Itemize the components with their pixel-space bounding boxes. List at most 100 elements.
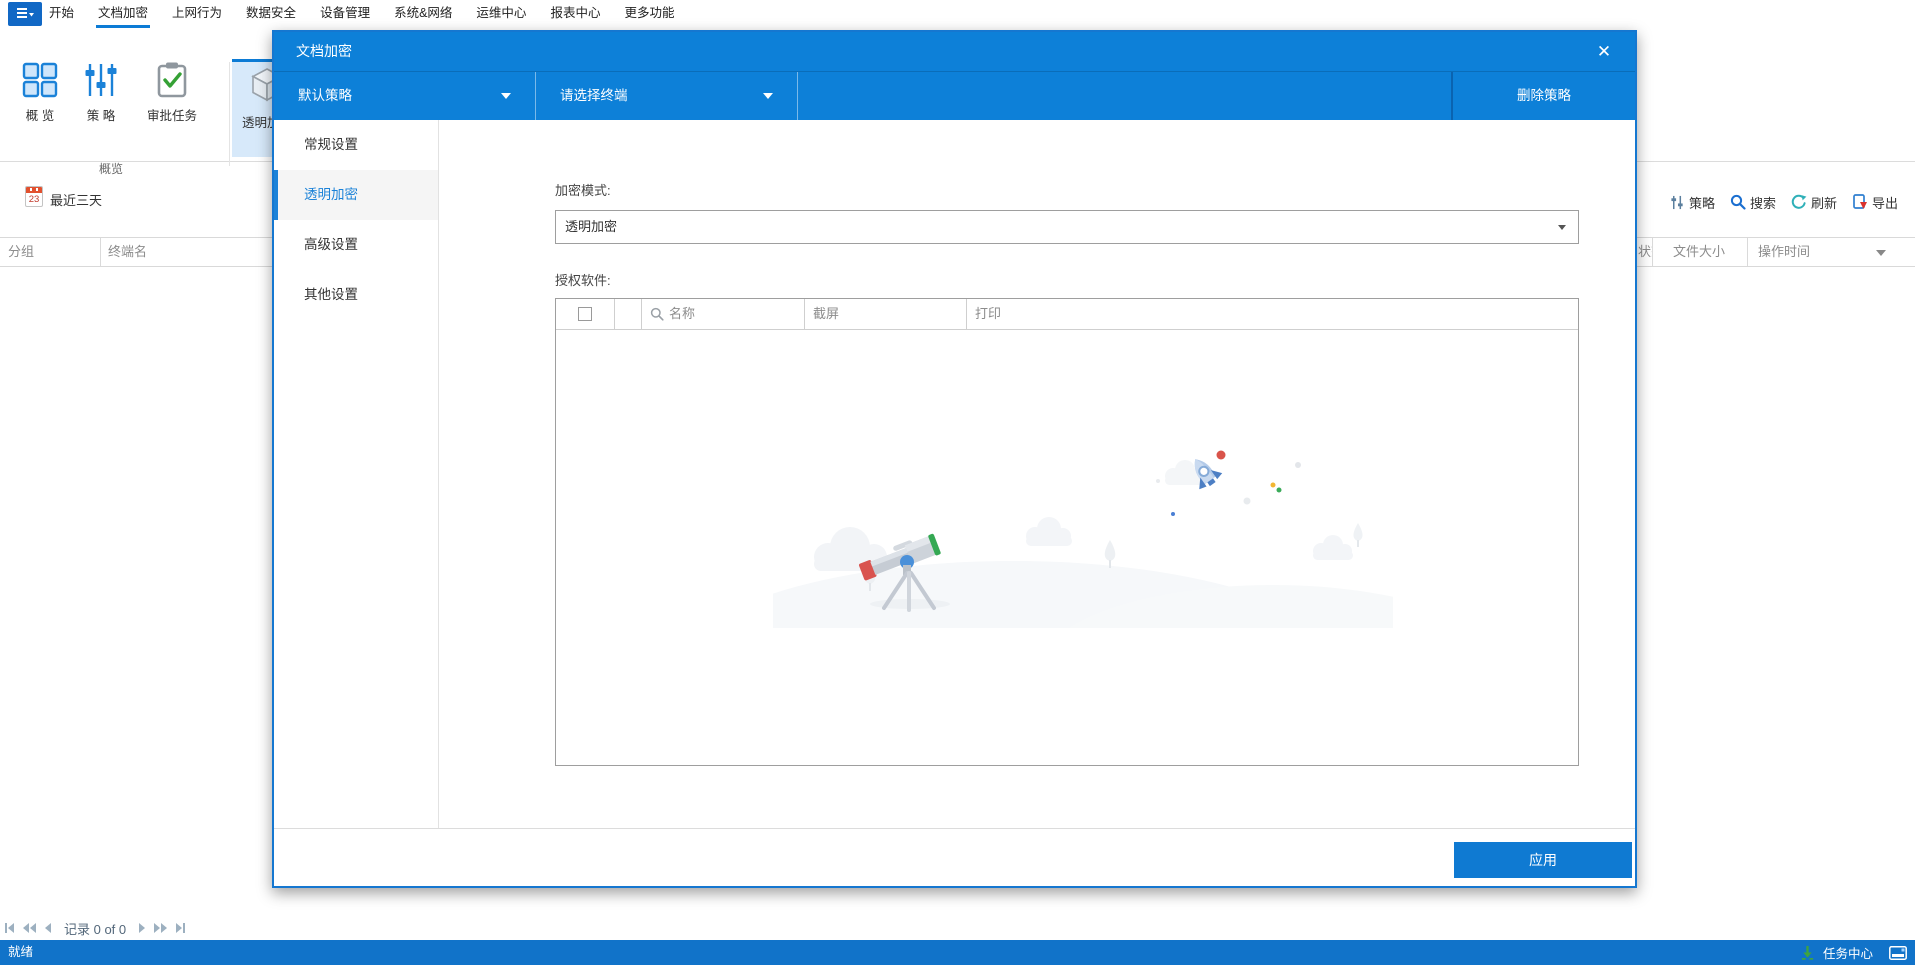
next-page-button[interactable] [139, 921, 146, 935]
menu-tab-start[interactable]: 开始 [49, 0, 74, 28]
select-all-checkbox[interactable] [578, 307, 592, 321]
ribbon-button-overview[interactable]: 概 览 [10, 61, 70, 133]
encrypt-mode-label: 加密模式: [555, 183, 611, 198]
dialog-footer [274, 828, 1635, 886]
print-column-header[interactable]: 打印 [966, 299, 1578, 329]
recent-days-filter[interactable]: 最近三天 [50, 190, 102, 209]
record-count-label: 记录 0 of 0 [64, 921, 127, 937]
menu-tab-ops-center[interactable]: 运维中心 [476, 0, 526, 28]
column-header-group[interactable]: 分组 [0, 238, 100, 266]
export-icon [1853, 194, 1867, 209]
action-label: 搜索 [1749, 195, 1776, 211]
apply-button[interactable]: 应用 [1454, 842, 1632, 878]
chevron-down-icon [1558, 225, 1566, 230]
authorized-software-label: 授权软件: [555, 273, 611, 288]
refresh-action-button[interactable]: 刷新 [1791, 193, 1837, 212]
policy-dropdown[interactable]: 默认策略 [274, 72, 536, 120]
first-page-button[interactable] [5, 921, 14, 935]
column-label: 名称 [669, 306, 696, 321]
statusbar: 就绪 任务中心 [0, 940, 1915, 965]
grid-icon [22, 62, 58, 98]
nav-item-advanced-settings[interactable]: 高级设置 [274, 220, 438, 270]
column-header-operation-time[interactable]: 操作时间 [1747, 238, 1915, 266]
name-column-header[interactable]: 名称 [641, 299, 804, 329]
task-center-button[interactable]: 任务中心 [1823, 943, 1873, 962]
ribbon-button-approval-tasks[interactable]: 审批任务 [134, 61, 210, 133]
tree-shape [1104, 540, 1116, 568]
fast-prev-button[interactable] [23, 921, 36, 935]
message-window-icon[interactable] [1889, 945, 1907, 960]
ribbon-button-label: 概 览 [25, 109, 55, 123]
dialog-sidebar: 常规设置 透明加密 高级设置 其他设置 [274, 120, 439, 828]
column-label: 打印 [975, 306, 1002, 321]
close-icon[interactable]: ✕ [1591, 32, 1617, 71]
dialog-toolbar: 默认策略 请选择终端 删除策略 [274, 72, 1635, 120]
nav-item-other-settings[interactable]: 其他设置 [274, 270, 438, 320]
action-label: 导出 [1871, 195, 1898, 211]
policy-action-button[interactable]: 策略 [1670, 193, 1715, 212]
menu-tab-report-center[interactable]: 报表中心 [550, 0, 600, 28]
menu-tab-system-network[interactable]: 系统&网络 [394, 0, 452, 28]
menu-tab-device-mgmt[interactable]: 设备管理 [320, 0, 370, 28]
terminal-dropdown-value: 请选择终端 [560, 88, 628, 103]
action-label: 策略 [1688, 195, 1715, 211]
refresh-icon [1791, 194, 1807, 209]
app-list-icon [17, 8, 34, 18]
nav-item-general-settings[interactable]: 常规设置 [274, 120, 438, 170]
cloud-shape [1026, 517, 1072, 546]
search-icon [650, 307, 664, 321]
red-dot [1216, 450, 1226, 460]
policy-dropdown-value: 默认策略 [298, 88, 352, 103]
cloud-shape [1313, 535, 1353, 560]
prev-page-button[interactable] [45, 921, 51, 935]
dialog-title: 文档加密 [296, 43, 352, 59]
empty-state-illustration [773, 450, 1393, 628]
download-arrow-icon [1801, 945, 1814, 960]
menubar: 开始 文档加密 上网行为 数据安全 设备管理 系统&网络 运维中心 报表中心 更… [0, 0, 1915, 28]
menu-tab-data-security[interactable]: 数据安全 [246, 0, 296, 28]
menu-tab-more-features[interactable]: 更多功能 [624, 0, 674, 28]
action-label: 刷新 [1810, 195, 1837, 211]
last-page-button[interactable] [176, 921, 186, 935]
search-action-button[interactable]: 搜索 [1730, 193, 1776, 212]
encrypt-mode-select[interactable]: 透明加密 [555, 210, 1579, 244]
delete-policy-button[interactable]: 删除策略 [1451, 72, 1635, 120]
chevron-down-icon [501, 93, 511, 99]
green-dot [1276, 487, 1282, 493]
menu-tabs: 开始 文档加密 上网行为 数据安全 设备管理 系统&网络 运维中心 报表中心 更… [49, 0, 674, 28]
screenshot-column-header[interactable]: 截屏 [804, 299, 966, 329]
menu-tab-doc-encrypt[interactable]: 文档加密 [96, 0, 151, 28]
list-actions: 策略 搜索 刷新 导出 [1670, 190, 1898, 214]
encrypt-mode-value: 透明加密 [565, 219, 618, 234]
ribbon-button-label: 审批任务 [146, 109, 197, 123]
ribbon-group-separator [229, 62, 230, 166]
clipboard-check-icon [157, 62, 187, 98]
terminal-dropdown[interactable]: 请选择终端 [536, 72, 798, 120]
search-icon [1730, 194, 1746, 210]
menu-tab-web-behavior[interactable]: 上网行为 [172, 0, 222, 28]
fast-next-button[interactable] [154, 921, 168, 935]
app-menu-button[interactable] [8, 2, 42, 26]
column-label: 截屏 [813, 306, 840, 321]
checkbox-column [556, 299, 614, 329]
tree-shape [1353, 523, 1363, 547]
ribbon-button-policy[interactable]: 策 略 [72, 61, 130, 133]
calendar-day: 23 [28, 194, 40, 205]
status-ready-label: 就绪 [8, 945, 34, 959]
chevron-down-icon [763, 93, 773, 99]
pagination-bar: 记录 0 of 0 [5, 917, 186, 939]
yellow-dot [1270, 482, 1276, 488]
nav-item-transparent-encrypt[interactable]: 透明加密 [274, 170, 438, 220]
column-header-file-size[interactable]: 文件大小 [1652, 238, 1747, 266]
sliders-icon [85, 64, 117, 96]
calendar-icon: 23 [25, 186, 43, 207]
blue-dot [1171, 512, 1175, 516]
software-table-header: 名称 截屏 打印 [556, 299, 1578, 330]
software-table-empty-body [556, 330, 1578, 765]
sliders-icon [1671, 195, 1683, 209]
column-chooser-caret-icon[interactable] [1876, 250, 1886, 256]
export-action-button[interactable]: 导出 [1852, 193, 1898, 212]
dialog-titlebar: 文档加密 ✕ [274, 32, 1635, 72]
ribbon-group-label: 概览 [98, 162, 123, 176]
